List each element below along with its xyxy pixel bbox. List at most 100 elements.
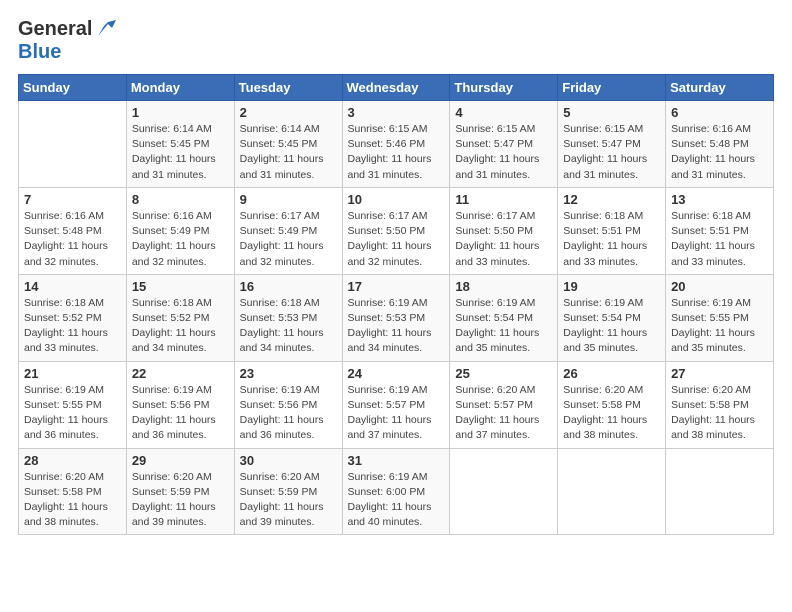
day-header-thursday: Thursday <box>450 75 558 101</box>
day-number: 2 <box>240 105 337 120</box>
day-detail: Sunrise: 6:16 AM Sunset: 5:49 PM Dayligh… <box>132 209 229 270</box>
day-number: 17 <box>348 279 445 294</box>
calendar-cell: 30Sunrise: 6:20 AM Sunset: 5:59 PM Dayli… <box>234 448 342 535</box>
calendar-cell: 7Sunrise: 6:16 AM Sunset: 5:48 PM Daylig… <box>19 187 127 274</box>
calendar-cell: 15 Sunrise: 6:18 AM Sunset: 5:52 PM Dayli… <box>126 274 234 361</box>
day-detail: Sunrise: 6:20 AM Sunset: 5:58 PM Dayligh… <box>24 470 121 531</box>
day-detail: Sunrise: 6:17 AM Sunset: 5:50 PM Dayligh… <box>455 209 552 270</box>
calendar-cell: 21Sunrise: 6:19 AM Sunset: 5:55 PM Dayli… <box>19 361 127 448</box>
day-number: 25 <box>455 366 552 381</box>
day-detail: Sunrise: 6:18 AM Sunset: 5:52 PM Dayligh… <box>132 296 229 357</box>
calendar-week-1: 1 Sunrise: 6:14 AM Sunset: 5:45 PM Daylig… <box>19 101 774 188</box>
day-number: 23 <box>240 366 337 381</box>
day-header-monday: Monday <box>126 75 234 101</box>
day-number: 10 <box>348 192 445 207</box>
day-detail: Sunrise: 6:20 AM Sunset: 5:57 PM Dayligh… <box>455 383 552 444</box>
calendar-cell: 25 Sunrise: 6:20 AM Sunset: 5:57 PM Dayli… <box>450 361 558 448</box>
day-number: 15 <box>132 279 229 294</box>
day-number: 22 <box>132 366 229 381</box>
calendar-cell: 27 Sunrise: 6:20 AM Sunset: 5:58 PM Dayli… <box>666 361 774 448</box>
day-detail: Sunrise: 6:16 AM Sunset: 5:48 PM Dayligh… <box>24 209 121 270</box>
day-number: 27 <box>671 366 768 381</box>
logo-bird-icon <box>94 18 116 40</box>
day-number: 3 <box>348 105 445 120</box>
calendar-cell: 4 Sunrise: 6:15 AM Sunset: 5:47 PM Daylig… <box>450 101 558 188</box>
calendar-cell: 5 Sunrise: 6:15 AM Sunset: 5:47 PM Daylig… <box>558 101 666 188</box>
day-detail: Sunrise: 6:18 AM Sunset: 5:51 PM Dayligh… <box>671 209 768 270</box>
calendar-cell: 26 Sunrise: 6:20 AM Sunset: 5:58 PM Dayli… <box>558 361 666 448</box>
day-detail: Sunrise: 6:15 AM Sunset: 5:47 PM Dayligh… <box>563 122 660 183</box>
day-detail: Sunrise: 6:18 AM Sunset: 5:53 PM Dayligh… <box>240 296 337 357</box>
day-header-friday: Friday <box>558 75 666 101</box>
day-number: 24 <box>348 366 445 381</box>
calendar-cell: 2 Sunrise: 6:14 AM Sunset: 5:45 PM Daylig… <box>234 101 342 188</box>
calendar-cell: 6Sunrise: 6:16 AM Sunset: 5:48 PM Daylig… <box>666 101 774 188</box>
calendar-table: SundayMondayTuesdayWednesdayThursdayFrid… <box>18 74 774 535</box>
day-header-tuesday: Tuesday <box>234 75 342 101</box>
calendar-cell: 29Sunrise: 6:20 AM Sunset: 5:59 PM Dayli… <box>126 448 234 535</box>
calendar-week-4: 21Sunrise: 6:19 AM Sunset: 5:55 PM Dayli… <box>19 361 774 448</box>
day-detail: Sunrise: 6:19 AM Sunset: 5:55 PM Dayligh… <box>671 296 768 357</box>
day-detail: Sunrise: 6:19 AM Sunset: 5:56 PM Dayligh… <box>132 383 229 444</box>
calendar-cell: 28 Sunrise: 6:20 AM Sunset: 5:58 PM Dayli… <box>19 448 127 535</box>
calendar-cell: 14Sunrise: 6:18 AM Sunset: 5:52 PM Dayli… <box>19 274 127 361</box>
day-detail: Sunrise: 6:19 AM Sunset: 5:57 PM Dayligh… <box>348 383 445 444</box>
day-header-saturday: Saturday <box>666 75 774 101</box>
calendar-cell: 11 Sunrise: 6:17 AM Sunset: 5:50 PM Dayli… <box>450 187 558 274</box>
calendar-cell: 10 Sunrise: 6:17 AM Sunset: 5:50 PM Dayli… <box>342 187 450 274</box>
calendar-cell <box>666 448 774 535</box>
calendar-cell: 17 Sunrise: 6:19 AM Sunset: 5:53 PM Dayli… <box>342 274 450 361</box>
calendar-cell: 24 Sunrise: 6:19 AM Sunset: 5:57 PM Dayli… <box>342 361 450 448</box>
day-detail: Sunrise: 6:15 AM Sunset: 5:46 PM Dayligh… <box>348 122 445 183</box>
day-detail: Sunrise: 6:15 AM Sunset: 5:47 PM Dayligh… <box>455 122 552 183</box>
calendar-cell <box>450 448 558 535</box>
day-number: 1 <box>132 105 229 120</box>
day-number: 28 <box>24 453 121 468</box>
calendar-cell: 16 Sunrise: 6:18 AM Sunset: 5:53 PM Dayli… <box>234 274 342 361</box>
calendar-cell: 3 Sunrise: 6:15 AM Sunset: 5:46 PM Daylig… <box>342 101 450 188</box>
day-detail: Sunrise: 6:14 AM Sunset: 5:45 PM Dayligh… <box>132 122 229 183</box>
day-number: 26 <box>563 366 660 381</box>
calendar-week-2: 7Sunrise: 6:16 AM Sunset: 5:48 PM Daylig… <box>19 187 774 274</box>
day-header-sunday: Sunday <box>19 75 127 101</box>
day-number: 31 <box>348 453 445 468</box>
calendar-cell: 1 Sunrise: 6:14 AM Sunset: 5:45 PM Daylig… <box>126 101 234 188</box>
day-detail: Sunrise: 6:17 AM Sunset: 5:49 PM Dayligh… <box>240 209 337 270</box>
logo-general: General <box>18 18 92 41</box>
day-detail: Sunrise: 6:20 AM Sunset: 5:58 PM Dayligh… <box>563 383 660 444</box>
day-detail: Sunrise: 6:19 AM Sunset: 5:53 PM Dayligh… <box>348 296 445 357</box>
day-number: 13 <box>671 192 768 207</box>
day-detail: Sunrise: 6:19 AM Sunset: 5:54 PM Dayligh… <box>455 296 552 357</box>
calendar-cell: 20 Sunrise: 6:19 AM Sunset: 5:55 PM Dayli… <box>666 274 774 361</box>
calendar-week-5: 28 Sunrise: 6:20 AM Sunset: 5:58 PM Dayli… <box>19 448 774 535</box>
day-number: 18 <box>455 279 552 294</box>
day-number: 12 <box>563 192 660 207</box>
day-detail: Sunrise: 6:19 AM Sunset: 5:56 PM Dayligh… <box>240 383 337 444</box>
page: General Blue SundayMondayTuesdayWednesda… <box>0 0 792 612</box>
header: General Blue <box>18 18 774 64</box>
day-detail: Sunrise: 6:19 AM Sunset: 5:54 PM Dayligh… <box>563 296 660 357</box>
day-detail: Sunrise: 6:20 AM Sunset: 5:58 PM Dayligh… <box>671 383 768 444</box>
calendar-cell <box>558 448 666 535</box>
day-number: 5 <box>563 105 660 120</box>
calendar-cell: 31 Sunrise: 6:19 AM Sunset: 6:00 PM Dayli… <box>342 448 450 535</box>
day-number: 30 <box>240 453 337 468</box>
calendar-cell: 18 Sunrise: 6:19 AM Sunset: 5:54 PM Dayli… <box>450 274 558 361</box>
day-number: 19 <box>563 279 660 294</box>
day-number: 20 <box>671 279 768 294</box>
day-number: 11 <box>455 192 552 207</box>
calendar-cell: 12Sunrise: 6:18 AM Sunset: 5:51 PM Dayli… <box>558 187 666 274</box>
calendar-header-row: SundayMondayTuesdayWednesdayThursdayFrid… <box>19 75 774 101</box>
day-number: 21 <box>24 366 121 381</box>
day-detail: Sunrise: 6:17 AM Sunset: 5:50 PM Dayligh… <box>348 209 445 270</box>
calendar-cell <box>19 101 127 188</box>
day-number: 14 <box>24 279 121 294</box>
day-number: 9 <box>240 192 337 207</box>
day-detail: Sunrise: 6:19 AM Sunset: 6:00 PM Dayligh… <box>348 470 445 531</box>
day-number: 4 <box>455 105 552 120</box>
day-detail: Sunrise: 6:14 AM Sunset: 5:45 PM Dayligh… <box>240 122 337 183</box>
day-number: 16 <box>240 279 337 294</box>
day-number: 29 <box>132 453 229 468</box>
calendar-cell: 19 Sunrise: 6:19 AM Sunset: 5:54 PM Dayli… <box>558 274 666 361</box>
calendar-cell: 22 Sunrise: 6:19 AM Sunset: 5:56 PM Dayli… <box>126 361 234 448</box>
